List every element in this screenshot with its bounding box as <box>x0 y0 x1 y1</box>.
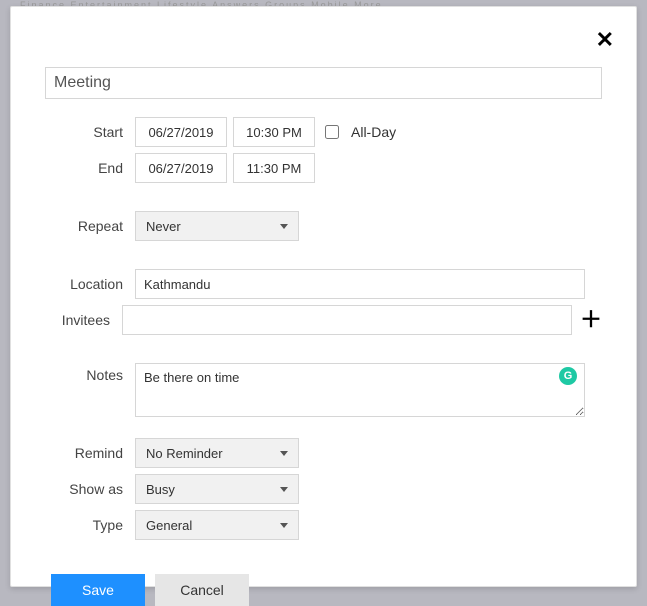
row-remind: Remind No Reminder <box>45 438 602 468</box>
label-type: Type <box>45 517 135 533</box>
location-input[interactable] <box>135 269 585 299</box>
notes-textarea[interactable] <box>135 363 585 417</box>
event-modal: ✕ Start All-Day End R <box>10 6 637 587</box>
footer-buttons: Save Cancel <box>45 574 602 606</box>
label-notes: Notes <box>45 363 135 383</box>
repeat-select[interactable]: Never <box>135 211 299 241</box>
label-invitees: Invitees <box>45 312 122 328</box>
all-day-checkbox[interactable] <box>325 125 339 139</box>
start-date-input[interactable] <box>135 117 227 147</box>
row-repeat: Repeat Never <box>45 211 602 241</box>
invitees-input[interactable] <box>122 305 572 335</box>
row-start: Start All-Day <box>45 117 602 147</box>
label-location: Location <box>45 276 135 292</box>
start-time-input[interactable] <box>233 117 315 147</box>
showas-value: Busy <box>146 482 175 497</box>
event-title-input[interactable] <box>45 67 602 99</box>
row-end: End <box>45 153 602 183</box>
remind-value: No Reminder <box>146 446 223 461</box>
showas-select[interactable]: Busy <box>135 474 299 504</box>
row-location: Location <box>45 269 602 299</box>
type-value: General <box>146 518 192 533</box>
row-type: Type General <box>45 510 602 540</box>
add-invitee-icon[interactable]: ＋ <box>580 309 602 331</box>
end-time-input[interactable] <box>233 153 315 183</box>
row-invitees: Invitees ＋ <box>45 305 602 335</box>
row-notes: Notes G <box>45 363 602 420</box>
label-end: End <box>45 160 135 176</box>
save-button[interactable]: Save <box>51 574 145 606</box>
end-date-input[interactable] <box>135 153 227 183</box>
event-form: Start All-Day End Repeat Never <box>45 117 602 606</box>
label-remind: Remind <box>45 445 135 461</box>
all-day-label: All-Day <box>351 124 396 140</box>
cancel-button[interactable]: Cancel <box>155 574 249 606</box>
type-select[interactable]: General <box>135 510 299 540</box>
close-icon[interactable]: ✕ <box>596 29 614 51</box>
label-showas: Show as <box>45 481 135 497</box>
remind-select[interactable]: No Reminder <box>135 438 299 468</box>
notes-wrap: G <box>135 363 585 420</box>
repeat-value: Never <box>146 219 181 234</box>
label-start: Start <box>45 124 135 140</box>
label-repeat: Repeat <box>45 218 135 234</box>
modal-body: Start All-Day End Repeat Never <box>45 67 602 566</box>
row-showas: Show as Busy <box>45 474 602 504</box>
